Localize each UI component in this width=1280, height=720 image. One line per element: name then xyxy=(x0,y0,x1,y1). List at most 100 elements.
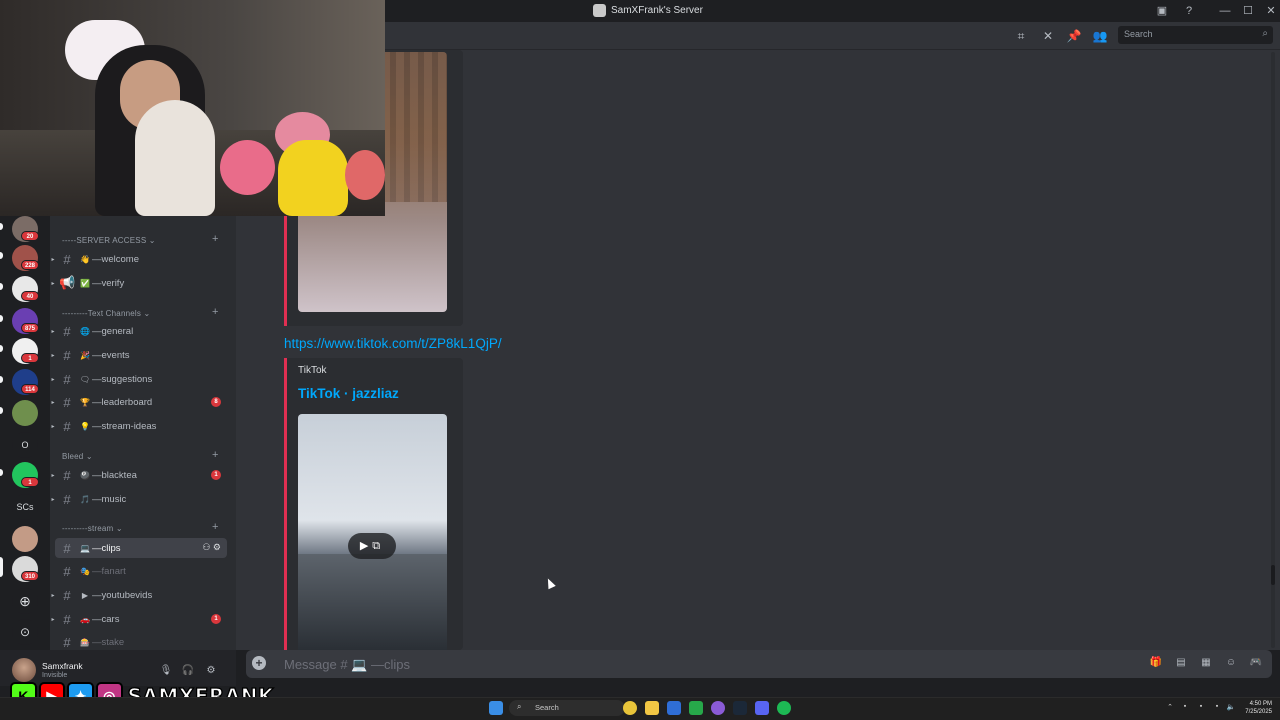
server-icon[interactable]: 20 xyxy=(12,216,39,242)
tiktok-link[interactable]: https://www.tiktok.com/t/ZP8kL1QjP/ xyxy=(284,336,502,351)
channel-stream-ideas[interactable]: ▸ # 💡 —stream-ideas xyxy=(51,416,227,436)
hash-icon: # xyxy=(63,394,71,410)
collapse-arrow-icon: ▸ xyxy=(51,592,55,599)
help-icon[interactable]: ? xyxy=(1181,3,1197,19)
channel-clips[interactable]: # 💻 —clips ⚇ ⚙ xyxy=(55,538,227,558)
channel-name: —music xyxy=(92,493,127,505)
channel-stake[interactable]: # 🎰 —stake xyxy=(55,632,227,652)
channel-general[interactable]: ▸ # 🌐 —general xyxy=(51,321,227,341)
embed-title[interactable]: TikTok · jazzliaz xyxy=(298,386,399,401)
create-channel-icon[interactable]: + xyxy=(212,233,218,245)
headphones-icon[interactable]: 🎧 xyxy=(181,664,195,678)
announcement-icon: 📢 xyxy=(59,275,76,290)
server-icon[interactable]: 310 xyxy=(12,556,39,582)
channel-welcome[interactable]: ▸ # 👋 —welcome xyxy=(51,249,227,269)
channel-emoji: ✅ xyxy=(80,278,90,288)
store-icon[interactable] xyxy=(667,701,681,715)
channel-youtubevids[interactable]: ▸ # ▶ —youtubevids xyxy=(51,585,227,605)
add-server-icon[interactable]: ⊕ xyxy=(12,588,38,614)
channel-name: —verify xyxy=(92,277,125,289)
category-bleed[interactable]: Bleed ⌄ xyxy=(62,452,93,461)
unread-pill xyxy=(0,283,3,290)
avatar[interactable] xyxy=(12,658,36,682)
server-icon[interactable]: SCs xyxy=(12,494,38,520)
minimize-button[interactable]: — xyxy=(1217,3,1233,19)
channel-name: —general xyxy=(92,325,134,337)
user-settings-icon[interactable]: ⚙ xyxy=(204,664,218,678)
collapse-arrow-icon: ▸ xyxy=(51,472,55,479)
chevron-up-icon[interactable]: ⌃ xyxy=(1165,703,1175,713)
discord-icon[interactable] xyxy=(755,701,769,715)
microphone-icon[interactable]: 🎙 xyxy=(159,664,173,678)
maximize-button[interactable]: ☐ xyxy=(1240,3,1256,19)
steam-icon[interactable] xyxy=(733,701,747,715)
notification-bell-icon[interactable]: ✕ xyxy=(1040,28,1056,44)
add-attachment-button[interactable]: + xyxy=(252,656,266,670)
create-channel-icon[interactable]: + xyxy=(212,306,218,318)
volume-icon[interactable]: 🔈 xyxy=(1226,703,1236,713)
mention-badge: 1 xyxy=(211,614,221,624)
unread-pill xyxy=(0,315,3,322)
app-icon[interactable] xyxy=(711,701,725,715)
server-icon[interactable]: 1 xyxy=(12,462,39,488)
channel-emoji: 💡 xyxy=(80,421,90,431)
server-icon[interactable] xyxy=(12,400,38,426)
gift-icon[interactable]: 🎁 xyxy=(1149,656,1163,670)
tray-icon[interactable]: ▪ xyxy=(1180,703,1190,713)
channel-sidebar: -----SERVER ACCESS ⌄ + ▸ # 👋 —welcome ▸ 📢 ✅ —v… xyxy=(50,216,236,650)
app-icon[interactable] xyxy=(689,701,703,715)
channel-events[interactable]: ▸ # 🎉 —events xyxy=(51,345,227,365)
channel-fanart[interactable]: # 🎭 —fanart xyxy=(55,561,227,581)
message-input[interactable] xyxy=(284,656,1124,672)
server-icon[interactable]: 1 xyxy=(12,338,39,364)
start-button[interactable] xyxy=(489,701,503,715)
channel-settings-icon[interactable]: ⚇ ⚙ xyxy=(202,542,221,553)
channel-blacktea[interactable]: ▸ # 🎱 —blacktea 1 xyxy=(51,465,227,485)
apps-icon[interactable]: 🎮 xyxy=(1249,656,1263,670)
taskbar-search[interactable]: ⌕ Search xyxy=(509,700,625,716)
scrollbar-thumb[interactable] xyxy=(1271,565,1275,585)
server-icon[interactable]: 40 xyxy=(12,276,39,302)
server-icon[interactable]: 114 xyxy=(12,369,39,395)
server-icon[interactable] xyxy=(12,526,38,552)
threads-icon[interactable]: ⌗ xyxy=(1013,28,1029,44)
server-icon[interactable]: 228 xyxy=(12,245,39,271)
video-thumbnail[interactable] xyxy=(298,414,447,650)
file-explorer-icon[interactable] xyxy=(645,701,659,715)
channel-name: —suggestions xyxy=(92,373,153,385)
channel-cars[interactable]: ▸ # 🚗 —cars 1 xyxy=(51,609,227,629)
server-icon[interactable]: 875 xyxy=(12,308,39,334)
window-title: SamXFrank's Server xyxy=(593,4,703,17)
category-text-channels[interactable]: ---------Text Channels ⌄ xyxy=(62,309,150,318)
discover-icon[interactable]: ⊙ xyxy=(12,619,38,645)
inbox-icon[interactable]: ▣ xyxy=(1154,3,1170,19)
chrome-icon[interactable] xyxy=(623,701,637,715)
channel-name: —events xyxy=(92,349,130,361)
category-server-access[interactable]: -----SERVER ACCESS ⌄ xyxy=(62,236,156,245)
pin-icon[interactable]: 📌 xyxy=(1066,28,1082,44)
spotify-icon[interactable] xyxy=(777,701,791,715)
server-icon[interactable]: O xyxy=(12,432,38,458)
microphone-icon[interactable]: ▪ xyxy=(1196,703,1206,713)
scrollbar-track[interactable] xyxy=(1271,52,1275,648)
network-icon[interactable]: ▪ xyxy=(1212,703,1222,713)
play-button[interactable]: ▶⧉ xyxy=(348,533,396,559)
emoji-icon[interactable]: ☺ xyxy=(1224,656,1238,670)
channel-verify[interactable]: ▸ 📢 ✅ —verify xyxy=(51,273,227,293)
member-list-icon[interactable]: 👥 xyxy=(1092,28,1108,44)
category-stream[interactable]: ---------stream ⌄ xyxy=(62,524,123,533)
sticker-icon[interactable]: ▦ xyxy=(1199,656,1213,670)
hash-icon: # xyxy=(63,467,71,483)
close-button[interactable]: ✕ xyxy=(1263,3,1279,19)
unread-pill xyxy=(0,376,3,383)
channel-music[interactable]: ▸ # 🎵 —music xyxy=(51,489,227,509)
clock-time: 4:50 PM xyxy=(1249,701,1272,707)
system-clock[interactable]: 4:50 PM 7/25/2025 xyxy=(1240,700,1272,716)
gif-icon[interactable]: ▤ xyxy=(1174,656,1188,670)
unread-pill xyxy=(0,223,3,230)
create-channel-icon[interactable]: + xyxy=(212,521,218,533)
search-input[interactable]: Search ⌕ xyxy=(1118,26,1273,44)
channel-leaderboard[interactable]: ▸ # 🏆 —leaderboard 8 xyxy=(51,392,227,412)
create-channel-icon[interactable]: + xyxy=(212,449,218,461)
channel-suggestions[interactable]: ▸ # 🗨 —suggestions xyxy=(51,369,227,389)
